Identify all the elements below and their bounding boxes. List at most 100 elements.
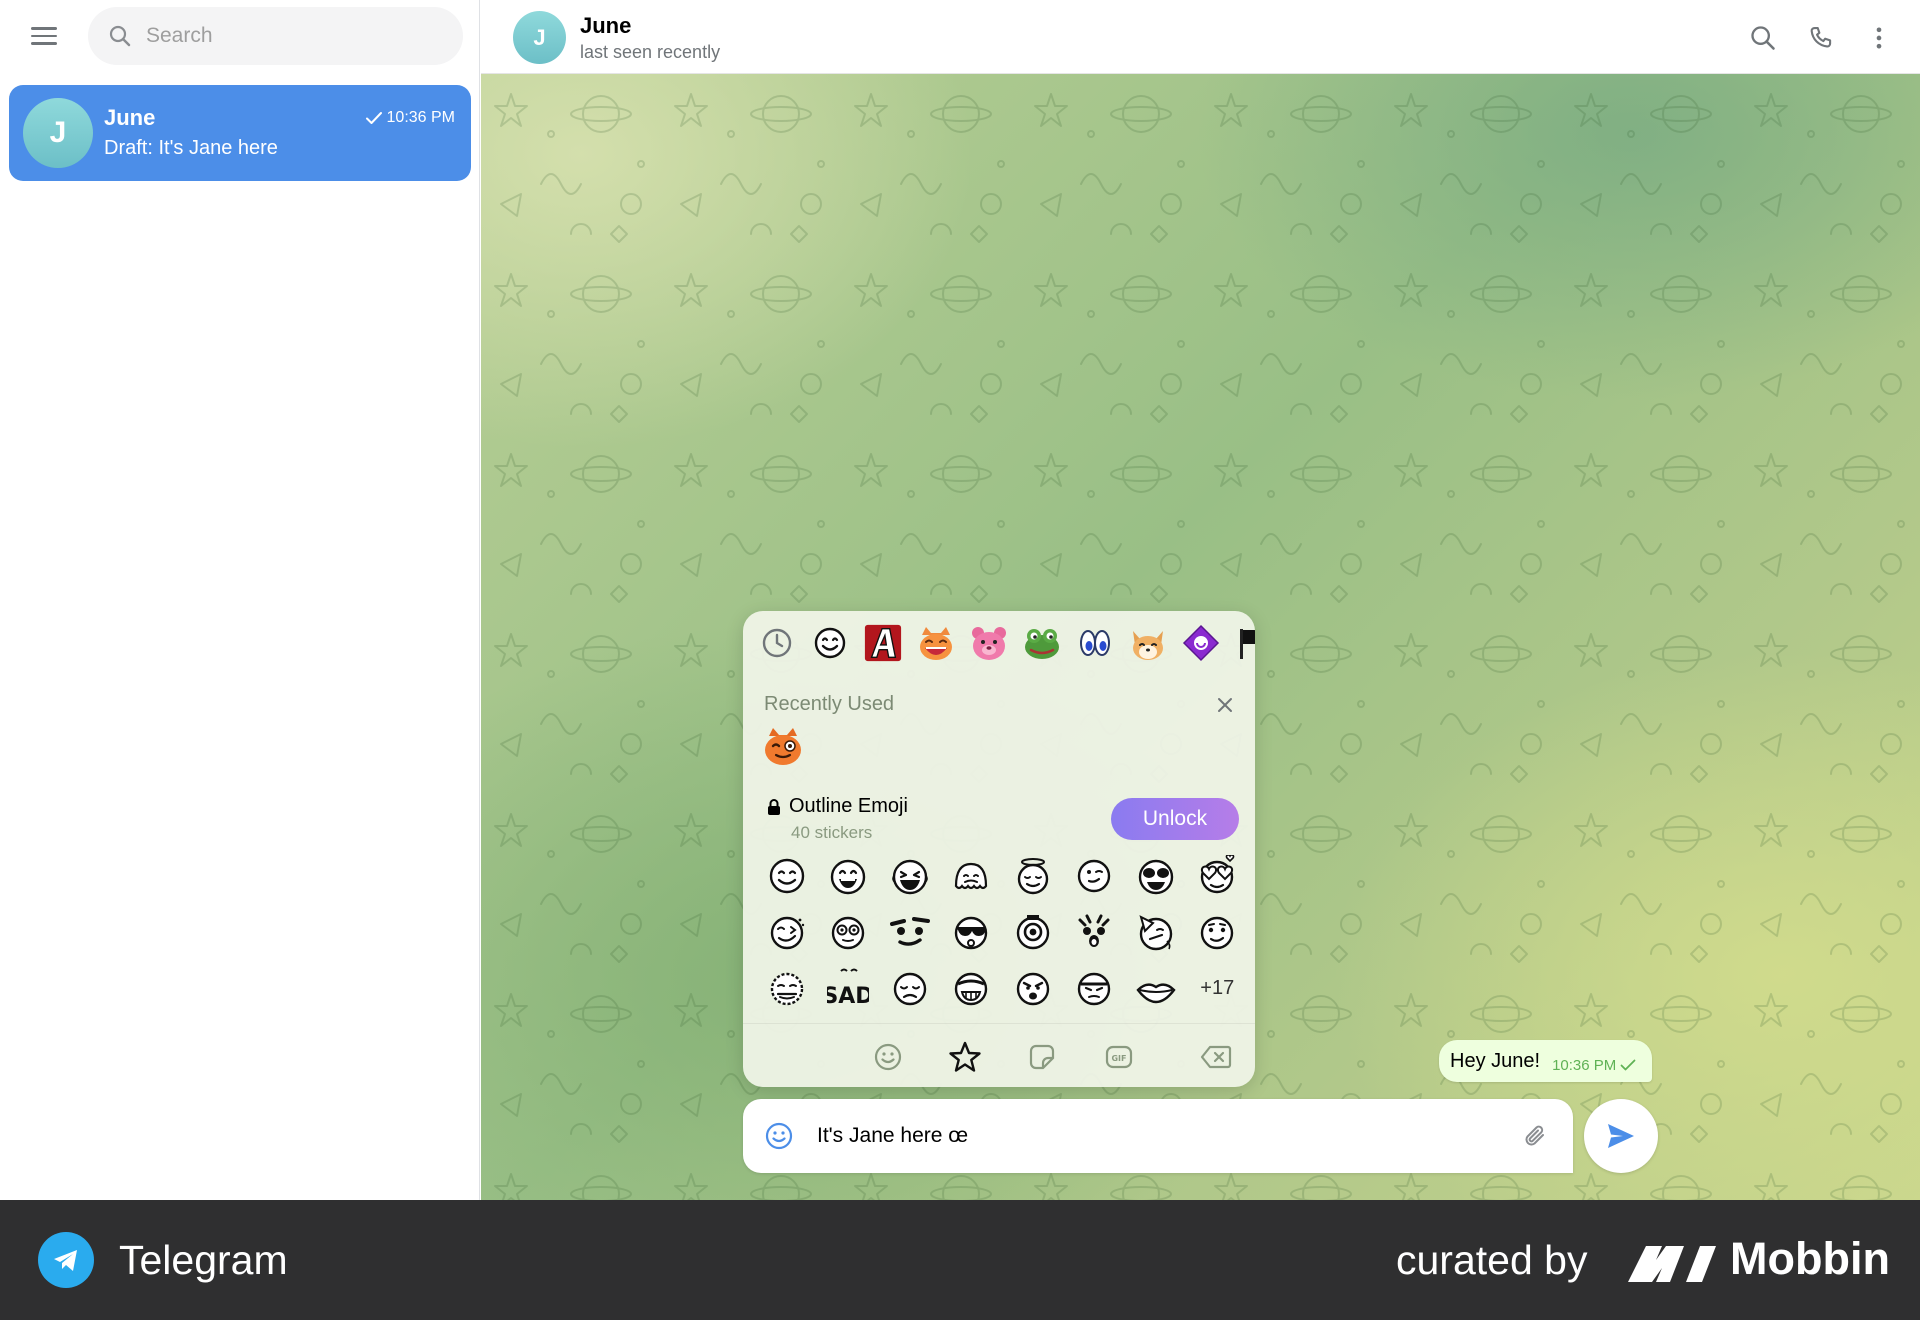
header-avatar[interactable]: J (513, 11, 566, 64)
message-input[interactable] (817, 1119, 1497, 1153)
single-check-icon (365, 112, 382, 124)
message-meta: 10:36 PM (1552, 1057, 1636, 1074)
emoji-tab-button[interactable] (869, 1038, 907, 1076)
pink-bear-icon (972, 627, 1006, 660)
emoji-cell[interactable] (941, 904, 1003, 960)
recent-sticker[interactable] (761, 724, 805, 768)
party-face-icon (1139, 915, 1172, 951)
sticker-tab-icon (1029, 1044, 1055, 1070)
recently-used-title: Recently Used (764, 693, 895, 715)
grinning-face-icon (831, 859, 866, 895)
backspace-button[interactable] (1197, 1038, 1235, 1076)
star-eyes-face-icon (1138, 859, 1173, 895)
mobbin-logo-icon (1628, 1246, 1716, 1282)
emoji-cell[interactable] (756, 848, 818, 904)
mobbin-wordmark: Mobbin (1730, 1233, 1890, 1284)
emoji-cell[interactable] (1002, 848, 1064, 904)
search-icon[interactable] (1745, 20, 1781, 56)
emoji-cell[interactable] (1187, 904, 1249, 960)
sticker-set-name: Outline Emoji (789, 795, 908, 817)
unlock-button[interactable]: Unlock (1111, 798, 1239, 840)
send-icon (1608, 1124, 1634, 1148)
angry-face-icon (1016, 972, 1049, 1006)
smile-icon (765, 1122, 793, 1150)
recent-set-tab[interactable] (757, 623, 797, 663)
outgoing-message[interactable]: Hey June! 10:36 PM (1439, 1040, 1653, 1082)
purple-diamond-icon (1182, 624, 1220, 662)
dizzy-face-icon (770, 972, 803, 1006)
attach-button[interactable] (1519, 1120, 1551, 1152)
outline-emoji-set-tab[interactable] (810, 623, 850, 663)
single-check-icon (1620, 1059, 1636, 1071)
hamburger-menu-icon[interactable] (24, 18, 64, 54)
chat-status: last seen recently (580, 42, 721, 62)
emoji-toggle-button[interactable] (763, 1120, 795, 1152)
chat-time: 10:36 PM (365, 109, 455, 127)
search-box[interactable] (88, 7, 463, 65)
letter-a-set-tab[interactable] (863, 623, 903, 663)
shiba-set-tab[interactable] (1128, 623, 1168, 663)
emoji-cell[interactable] (1125, 848, 1187, 904)
emoji-cell[interactable] (1064, 960, 1126, 1016)
outline-emoji-grid: SAD +17 (756, 848, 1246, 1016)
emoji-cell[interactable] (1125, 960, 1187, 1016)
chat-list-item-june[interactable]: J June 10:36 PM Draft: It's Jane here (9, 85, 471, 181)
camera-face-icon (1016, 915, 1049, 950)
pensive-face-icon (893, 972, 926, 1006)
cool-sunglasses-face-icon (955, 916, 988, 950)
emoji-cell[interactable] (879, 960, 941, 1016)
chat-header: J June last seen recently (481, 0, 1920, 74)
emoji-cell[interactable] (818, 904, 880, 960)
close-recent-button[interactable] (1213, 693, 1237, 717)
emoji-cell[interactable] (941, 848, 1003, 904)
lock-icon (768, 798, 780, 815)
emoji-cell[interactable] (1125, 904, 1187, 960)
backspace-icon (1200, 1045, 1232, 1069)
emoji-cell[interactable] (1002, 960, 1064, 1016)
smirk-face-icon (1201, 916, 1234, 950)
eyes-set-tab[interactable] (1075, 623, 1115, 663)
frog-set-tab[interactable] (1022, 623, 1062, 663)
panel-footer-tabs: GIF (743, 1023, 1255, 1087)
emoji-cell[interactable] (756, 904, 818, 960)
emoji-cell[interactable] (1064, 848, 1126, 904)
chat-preview: Draft: It's Jane here (104, 137, 278, 159)
purple-diamond-set-tab[interactable] (1181, 623, 1221, 663)
emoji-cell[interactable]: SAD (818, 960, 880, 1016)
more-emoji-button[interactable]: +17 (1187, 960, 1249, 1016)
emoji-cell[interactable] (1002, 904, 1064, 960)
laughing-cat-set-tab[interactable] (916, 623, 956, 663)
message-text: Hey June! (1450, 1049, 1541, 1072)
emoji-cell[interactable] (879, 848, 941, 904)
avatar: J (23, 98, 93, 168)
emoji-cell[interactable] (1187, 848, 1249, 904)
send-button[interactable] (1584, 1099, 1658, 1173)
emoji-cell[interactable] (756, 960, 818, 1016)
message-time: 10:36 PM (1552, 1056, 1617, 1074)
melting-face-icon (955, 862, 988, 890)
emoji-cell[interactable] (941, 960, 1003, 1016)
lips-icon (1136, 983, 1176, 1004)
emoji-cell[interactable] (818, 848, 880, 904)
orange-cat-wink-icon (765, 728, 801, 765)
message-composer (743, 1099, 1573, 1173)
favorites-tab-button[interactable] (946, 1038, 984, 1076)
search-input[interactable] (146, 24, 446, 48)
emoji-cell[interactable] (879, 904, 941, 960)
gif-tab-button[interactable]: GIF (1100, 1038, 1138, 1076)
pink-bear-set-tab[interactable] (969, 623, 1009, 663)
more-vertical-icon[interactable] (1861, 20, 1897, 56)
flag-icon (1240, 629, 1255, 659)
laughing-cat-icon (920, 627, 952, 660)
emoji-cell[interactable] (1064, 904, 1126, 960)
sticker-tab-button[interactable] (1023, 1038, 1061, 1076)
flag-set-tab[interactable] (1234, 623, 1255, 663)
letter-a-sticker-icon (864, 624, 902, 662)
curated-by-label: curated by (1396, 1237, 1588, 1283)
sticker-set-count: 40 stickers (791, 823, 873, 842)
favorites-star-icon (949, 1041, 981, 1072)
chat-title[interactable]: June (580, 13, 631, 39)
svg-text:GIF: GIF (1111, 1054, 1126, 1063)
phone-icon[interactable] (1803, 20, 1839, 56)
shiba-icon (1133, 631, 1163, 660)
